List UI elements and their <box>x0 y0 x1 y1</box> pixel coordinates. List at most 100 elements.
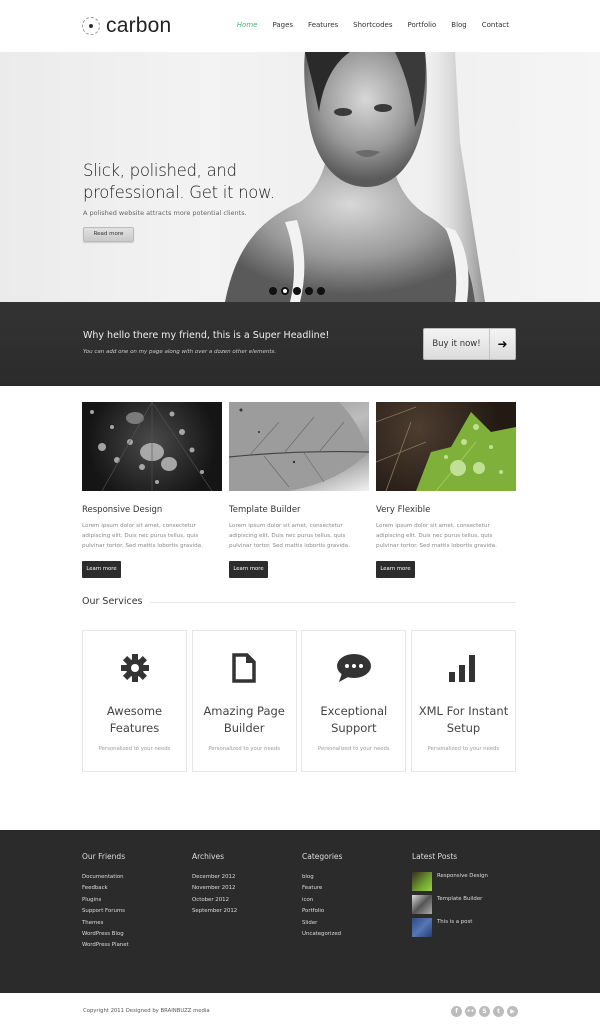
service-card: Amazing Page Builder Personalized to you… <box>191 630 297 772</box>
service-title: Amazing Page Builder <box>203 704 285 735</box>
social-links: f •• S t ▶ <box>451 1006 518 1017</box>
latest-post-item: This is a post <box>412 918 522 937</box>
nav-home[interactable]: Home <box>237 21 258 29</box>
nav-features[interactable]: Features <box>308 21 338 29</box>
service-title: Exceptional Support <box>320 704 388 735</box>
service-card: XML For Instant Setup Personalized to yo… <box>410 630 516 772</box>
footer-link[interactable]: blog <box>302 872 412 883</box>
learn-more-button[interactable]: Learn more <box>376 561 415 578</box>
footer-link[interactable]: WordPress Blog <box>82 929 192 940</box>
slider-dot-1[interactable] <box>269 287 277 295</box>
slider-pagination <box>269 287 325 295</box>
service-title: XML For Instant Setup <box>418 704 509 735</box>
footer-link[interactable]: Slider <box>302 918 412 929</box>
chat-bubble-icon <box>302 651 405 685</box>
copyright-text: Copyright 2011 Designed by BRAINBUZZ med… <box>83 1008 210 1014</box>
latest-post-item: Template Builder <box>412 895 522 914</box>
footer-heading: Categories <box>302 852 343 861</box>
service-subtitle: Personalized to your needs <box>427 746 500 752</box>
logo-text: carbon <box>106 14 172 37</box>
post-thumbnail[interactable] <box>412 918 432 937</box>
footer-link[interactable]: November 2012 <box>192 883 302 894</box>
logo[interactable]: carbon <box>82 14 171 38</box>
service-subtitle: Personalized to your needs <box>208 746 280 752</box>
post-thumbnail[interactable] <box>412 872 432 891</box>
logo-icon <box>82 17 100 35</box>
post-thumbnail[interactable] <box>412 895 432 914</box>
service-card: Exceptional Support Personalized to your… <box>301 630 407 772</box>
footer-col-archives: Archives December 2012 November 2012 Oct… <box>192 852 302 918</box>
service-subtitle: Personalized to your needs <box>98 746 171 752</box>
footer-heading: Our Friends <box>82 852 126 861</box>
hero-slider: Slick, polished, and professional. Get i… <box>0 52 600 302</box>
service-title: Awesome Features <box>106 704 163 735</box>
post-link[interactable]: Responsive Design <box>437 872 488 881</box>
feature-card: Responsive Design Lorem ipsum dolor sit … <box>82 401 222 578</box>
twitter-icon[interactable]: t <box>493 1006 504 1017</box>
learn-more-button[interactable]: Learn more <box>82 561 121 578</box>
footer-link[interactable]: Uncategorized <box>302 929 412 940</box>
facebook-icon[interactable]: f <box>451 1006 462 1017</box>
skype-icon[interactable]: S <box>479 1006 490 1017</box>
feature-text: Lorem ipsum dolor sit amet, consectetur … <box>229 523 350 549</box>
services-title: Our Services <box>82 596 143 607</box>
site-header: carbon Home Pages Features Shortcodes Po… <box>0 0 600 52</box>
nav-blog[interactable]: Blog <box>451 21 466 29</box>
footer-link[interactable]: October 2012 <box>192 895 302 906</box>
nav-shortcodes[interactable]: Shortcodes <box>353 21 392 29</box>
arrow-right-icon: ➜ <box>497 337 508 351</box>
bar-chart-icon <box>412 651 515 685</box>
footer-link[interactable]: Documentation <box>82 872 192 883</box>
hero-title: Slick, polished, and professional. Get i… <box>83 161 275 202</box>
footer-link[interactable]: WordPress Planet <box>82 940 192 951</box>
services-heading: Our Services <box>82 596 516 607</box>
feature-text: Lorem ipsum dolor sit amet, consectetur … <box>376 523 497 549</box>
site-footer: Our Friends Documentation Feedback Plugi… <box>0 830 600 993</box>
feature-image-grey-leaf <box>228 402 370 491</box>
read-more-button[interactable]: Read more <box>83 227 134 242</box>
footer-link[interactable]: Feedback <box>82 883 192 894</box>
feature-title: Template Builder <box>229 505 301 515</box>
feature-card: Very Flexible Lorem ipsum dolor sit amet… <box>375 402 516 578</box>
nav-pages[interactable]: Pages <box>272 21 293 29</box>
footer-link[interactable]: September 2012 <box>192 906 302 917</box>
buy-now-label: Buy it now! <box>424 329 490 359</box>
feature-card: Template Builder Lorem ipsum dolor sit a… <box>228 402 370 578</box>
buy-now-button[interactable]: Buy it now! ➜ <box>423 328 516 360</box>
footer-link[interactable]: Themes <box>82 918 192 929</box>
post-link[interactable]: Template Builder <box>437 895 482 904</box>
features-section: Responsive Design Lorem ipsum dolor sit … <box>82 401 516 578</box>
feature-image-water-drops <box>82 401 222 492</box>
slider-dot-3[interactable] <box>293 287 301 295</box>
footer-link[interactable]: Plugins <box>82 895 192 906</box>
footer-col-latest-posts: Latest Posts Responsive Design Template … <box>412 852 522 941</box>
slider-dot-4[interactable] <box>305 287 313 295</box>
hero-subtitle: A polished website attracts more potenti… <box>83 209 247 217</box>
divider <box>150 602 516 603</box>
callout-subtitle: You can add one on my page along with ov… <box>83 349 277 355</box>
footer-link[interactable]: December 2012 <box>192 872 302 883</box>
footer-heading: Archives <box>192 852 224 861</box>
youtube-icon[interactable]: ▶ <box>507 1006 518 1017</box>
learn-more-button[interactable]: Learn more <box>229 561 268 578</box>
footer-link[interactable]: Portfolio <box>302 906 412 917</box>
service-card: Awesome Features Personalized to your ne… <box>82 630 187 772</box>
footer-link[interactable]: Feature <box>302 883 412 894</box>
post-link[interactable]: This is a post <box>437 918 472 927</box>
feature-text: Lorem ipsum dolor sit amet, consectetur … <box>82 523 203 549</box>
nav-contact[interactable]: Contact <box>482 21 509 29</box>
footer-heading: Latest Posts <box>412 852 458 861</box>
flickr-icon[interactable]: •• <box>465 1006 476 1017</box>
feature-title: Responsive Design <box>82 505 163 515</box>
callout-banner: Why hello there my friend, this is a Sup… <box>0 302 600 386</box>
slider-dot-2[interactable] <box>281 287 289 295</box>
nav-portfolio[interactable]: Portfolio <box>407 21 436 29</box>
callout-title: Why hello there my friend, this is a Sup… <box>83 330 330 341</box>
footer-link[interactable]: icon <box>302 895 412 906</box>
bottom-bar: Copyright 2011 Designed by BRAINBUZZ med… <box>0 993 600 1028</box>
slider-dot-5[interactable] <box>317 287 325 295</box>
document-icon <box>193 651 296 685</box>
latest-post-item: Responsive Design <box>412 872 522 891</box>
services-section: Awesome Features Personalized to your ne… <box>82 630 516 772</box>
footer-link[interactable]: Support Forums <box>82 906 192 917</box>
